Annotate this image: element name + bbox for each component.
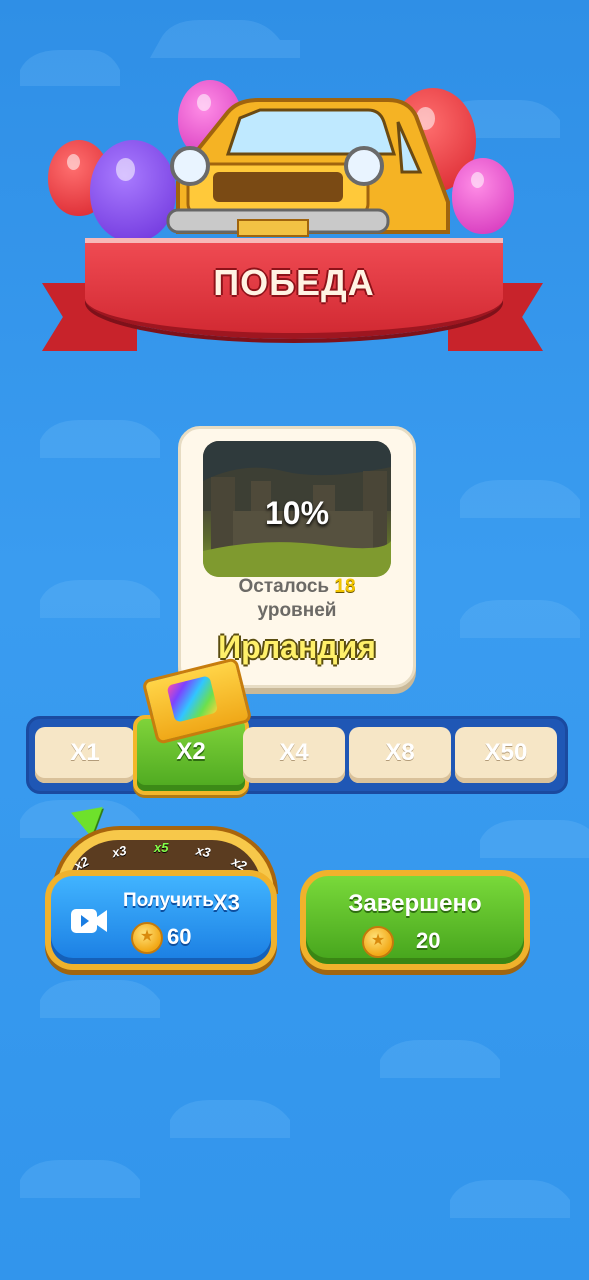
wheel-segment-highlight: x5 xyxy=(154,840,169,855)
remaining-prefix: Осталось xyxy=(238,576,330,597)
get-button-multiplier: X3 xyxy=(213,890,240,915)
multiplier-x50[interactable]: X50 xyxy=(455,727,557,783)
wheel-segment: x3 xyxy=(194,842,212,861)
car-icon xyxy=(166,98,450,237)
multiplier-x1[interactable]: X1 xyxy=(35,727,135,783)
video-icon xyxy=(71,909,107,933)
levels-remaining-text: Осталось 18 уровней xyxy=(181,575,413,623)
country-name: Ирландия xyxy=(218,629,376,665)
level-progress-card: 10% Осталось 18 уровней Ирландия xyxy=(178,426,416,688)
multiplier-x8[interactable]: X8 xyxy=(349,727,451,783)
page-title: ПОБЕДА xyxy=(213,262,375,303)
multiplier-x4[interactable]: X4 xyxy=(243,727,345,783)
wheel-segment: x3 xyxy=(110,842,128,861)
coin-icon xyxy=(362,926,394,958)
done-button-label: Завершено xyxy=(348,890,482,917)
balloon-icon xyxy=(452,158,514,234)
level-image: 10% xyxy=(203,441,391,577)
get-reward-video-button[interactable]: Получить X3 60 xyxy=(45,870,277,970)
get-button-coins: 60 xyxy=(167,924,192,949)
get-button-label: Получить xyxy=(123,890,214,911)
done-button[interactable]: Завершено 20 xyxy=(300,870,530,970)
multiplier-bar: X1 X2 X4 X8 X50 xyxy=(26,715,568,795)
remaining-suffix: уровней xyxy=(257,600,337,621)
level-progress-percent: 10% xyxy=(264,495,330,531)
done-button-coins: 20 xyxy=(416,928,441,953)
coin-icon xyxy=(131,922,163,954)
remaining-count: 18 xyxy=(334,576,356,597)
